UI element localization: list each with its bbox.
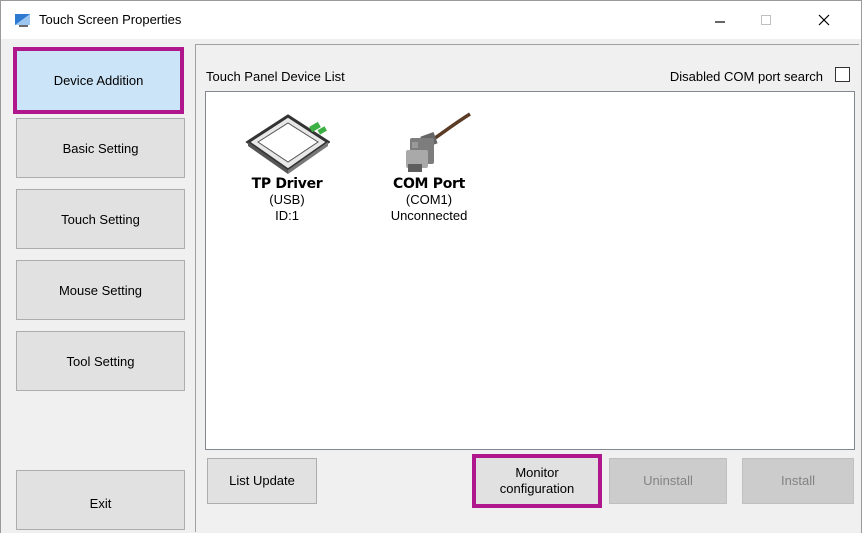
device-list[interactable]: TP Driver (USB) ID:1 COM Port (COM1) Unc… xyxy=(205,91,855,450)
sidebar-item-touch-setting[interactable]: Touch Setting xyxy=(16,189,185,249)
device-name: TP Driver xyxy=(251,176,323,192)
sidebar-item-label: Touch Setting xyxy=(61,211,140,227)
exit-button[interactable]: Exit xyxy=(16,470,185,530)
window-title: Touch Screen Properties xyxy=(39,12,182,27)
touch-screen-properties-window: Touch Screen Properties Device Addition … xyxy=(0,0,862,533)
minimize-button[interactable] xyxy=(697,1,743,39)
monitor-configuration-line2: configuration xyxy=(499,481,575,496)
list-update-button[interactable]: List Update xyxy=(207,458,317,504)
list-update-label: List Update xyxy=(229,473,295,488)
device-addition-panel: Touch Panel Device List Disabled COM por… xyxy=(195,44,859,532)
app-icon xyxy=(15,14,30,27)
monitor-configuration-button[interactable]: Monitor configuration xyxy=(472,454,602,508)
sidebar-item-device-addition[interactable]: Device Addition xyxy=(13,47,184,114)
monitor-configuration-label: Monitor configuration xyxy=(500,465,574,497)
sidebar-item-tool-setting[interactable]: Tool Setting xyxy=(16,331,185,391)
uninstall-button[interactable]: Uninstall xyxy=(609,458,727,504)
sidebar-item-mouse-setting[interactable]: Mouse Setting xyxy=(16,260,185,320)
sidebar-item-label: Basic Setting xyxy=(62,140,139,156)
window-content: Device Addition Basic Setting Touch Sett… xyxy=(1,39,861,533)
sidebar-item-label: Mouse Setting xyxy=(58,282,143,298)
uninstall-label: Uninstall xyxy=(643,473,693,488)
monitor-configuration-line1: Monitor xyxy=(515,465,559,480)
com-search-checkbox[interactable] xyxy=(835,67,850,82)
close-icon xyxy=(818,14,830,26)
device-connection: (COM1) xyxy=(405,192,453,207)
com-search-label: Disabled COM port search xyxy=(669,69,823,84)
device-name: COM Port xyxy=(392,176,466,192)
install-button[interactable]: Install xyxy=(742,458,854,504)
install-label: Install xyxy=(781,473,815,488)
device-tp-driver[interactable]: TP Driver (USB) ID:1 xyxy=(232,112,342,224)
minimize-icon xyxy=(715,21,725,23)
sidebar-item-label: Tool Setting xyxy=(66,353,135,369)
device-connection: (USB) xyxy=(269,192,305,207)
maximize-button[interactable] xyxy=(743,1,789,39)
touch-panel-icon xyxy=(245,114,330,174)
device-com-port[interactable]: COM Port (COM1) Unconnected xyxy=(374,112,484,224)
sidebar-item-label: Device Addition xyxy=(53,73,144,88)
title-bar: Touch Screen Properties xyxy=(1,1,861,39)
close-button[interactable] xyxy=(801,1,847,39)
sidebar-item-basic-setting[interactable]: Basic Setting xyxy=(16,118,185,178)
maximize-icon xyxy=(761,15,771,25)
device-list-title: Touch Panel Device List xyxy=(206,69,345,84)
exit-label: Exit xyxy=(89,495,112,511)
device-status: Unconnected xyxy=(390,208,468,223)
serial-cable-icon xyxy=(406,112,471,172)
device-id: ID:1 xyxy=(275,208,299,223)
